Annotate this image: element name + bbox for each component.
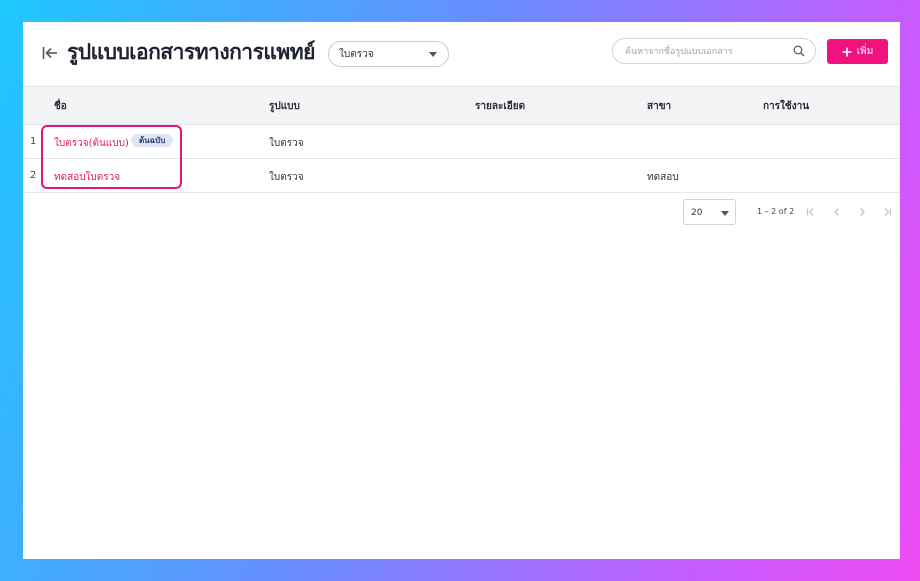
first-page-icon bbox=[806, 208, 814, 216]
last-page-icon bbox=[884, 208, 892, 216]
back-button[interactable] bbox=[40, 43, 60, 63]
next-page-button[interactable] bbox=[854, 204, 870, 220]
original-badge: ต้นฉบับ bbox=[131, 134, 174, 147]
chevron-down-icon bbox=[429, 52, 437, 57]
row-branch: ทดสอบ bbox=[647, 172, 679, 183]
last-page-button[interactable] bbox=[879, 204, 895, 220]
app-window: รูปแบบเอกสารทางการแพทย์ ใบตรวจ เพิ่ม ชื่… bbox=[23, 22, 900, 559]
chevron-left-icon bbox=[834, 208, 839, 216]
row-format: ใบตรวจ bbox=[269, 138, 304, 149]
pagination-range: 1 – 2 of 2 bbox=[757, 207, 795, 216]
document-name-link[interactable]: ใบตรวจ(ต้นแบบ) bbox=[54, 136, 129, 151]
first-page-button[interactable] bbox=[803, 204, 819, 220]
collapse-left-icon bbox=[42, 47, 57, 59]
add-button-label: เพิ่ม bbox=[856, 46, 874, 57]
search-icon[interactable] bbox=[793, 45, 805, 57]
column-header-name[interactable]: ชื่อ bbox=[54, 99, 67, 114]
column-header-usage[interactable]: การใช้งาน bbox=[763, 99, 809, 114]
document-name-link[interactable]: ทดสอบใบตรวจ bbox=[54, 170, 120, 185]
table-header: ชื่อ รูปแบบ รายละเอียด สาขา การใช้งาน bbox=[23, 86, 900, 125]
column-header-format[interactable]: รูปแบบ bbox=[269, 99, 300, 114]
page-size-select[interactable]: 20 bbox=[683, 199, 736, 225]
plus-icon bbox=[842, 47, 852, 56]
page-size-value: 20 bbox=[691, 208, 703, 218]
document-type-value: ใบตรวจ bbox=[339, 48, 374, 60]
documents-table: ชื่อ รูปแบบ รายละเอียด สาขา การใช้งาน 1 … bbox=[23, 86, 900, 193]
add-button[interactable]: เพิ่ม bbox=[827, 39, 888, 64]
pagination-bar: 20 1 – 2 of 2 bbox=[23, 199, 900, 225]
chevron-right-icon bbox=[860, 208, 865, 216]
column-header-detail[interactable]: รายละเอียด bbox=[475, 99, 525, 114]
search-box bbox=[612, 38, 816, 64]
page-header: รูปแบบเอกสารทางการแพทย์ ใบตรวจ เพิ่ม bbox=[23, 22, 900, 86]
table-row[interactable]: 2 ทดสอบใบตรวจ ใบตรวจ ทดสอบ bbox=[23, 159, 900, 193]
previous-page-button[interactable] bbox=[829, 204, 845, 220]
search-input[interactable] bbox=[623, 43, 787, 61]
row-format: ใบตรวจ bbox=[269, 172, 304, 183]
page-title: รูปแบบเอกสารทางการแพทย์ bbox=[67, 40, 315, 64]
table-row[interactable]: 1 ใบตรวจ(ต้นแบบ) ต้นฉบับ ใบตรวจ bbox=[23, 125, 900, 159]
chevron-down-icon bbox=[721, 211, 729, 216]
row-index: 1 bbox=[30, 136, 37, 147]
column-header-branch[interactable]: สาขา bbox=[647, 99, 671, 114]
row-index: 2 bbox=[30, 170, 37, 181]
document-type-select[interactable]: ใบตรวจ bbox=[328, 41, 449, 67]
